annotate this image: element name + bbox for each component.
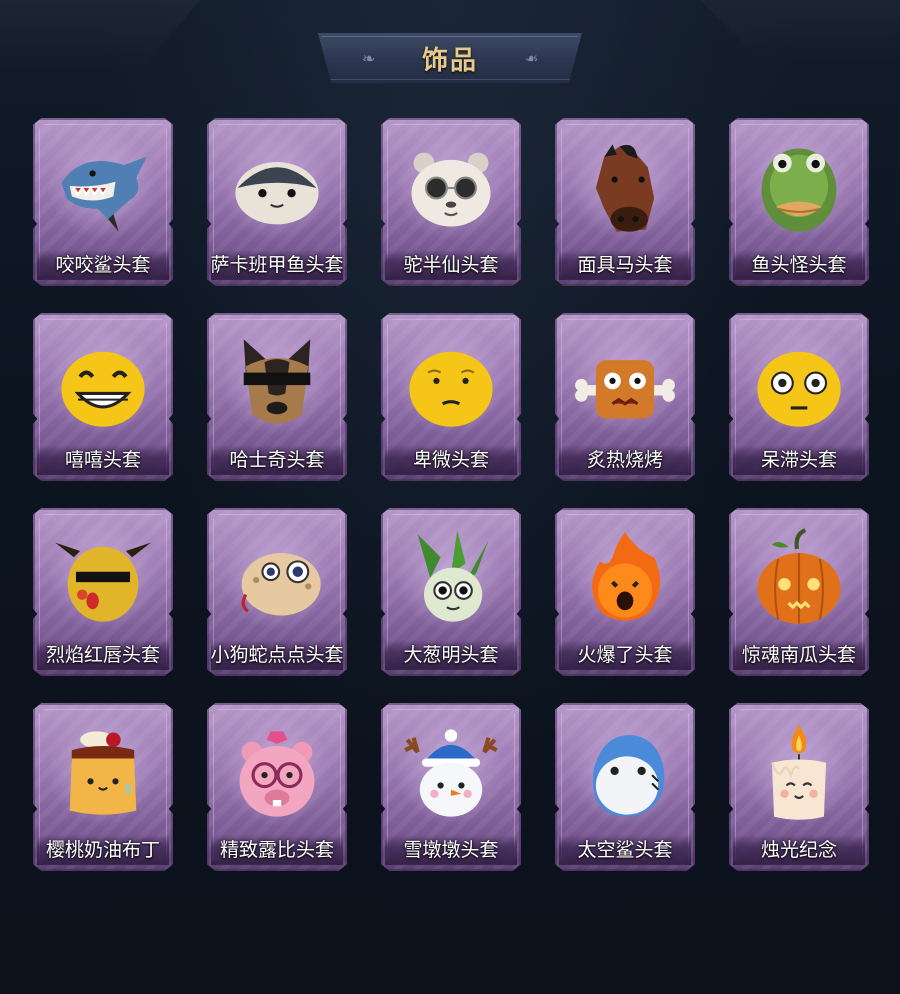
item-card[interactable]: 烈焰红唇头套 [33, 508, 173, 676]
item-label: 卑微头套 [412, 449, 489, 471]
shark-mask-icon [51, 136, 155, 240]
fish-head-mask-icon [747, 136, 851, 240]
top-right-decoration [700, 0, 900, 60]
item-label: 雪墩墩头套 [403, 839, 499, 861]
page-title: 饰品 [421, 45, 478, 76]
ornament-left-icon: ❧ [362, 49, 376, 68]
top-left-decoration [0, 0, 200, 70]
title-banner: ❧ 饰品 ❧ [318, 33, 582, 83]
item-label: 烛光纪念 [760, 839, 837, 861]
item-card[interactable]: 驼半仙头套 [381, 118, 521, 286]
item-card[interactable]: 雪墩墩头套 [381, 703, 521, 871]
item-label: 嘻嘻头套 [64, 449, 141, 471]
item-card[interactable]: 呆滞头套 [729, 313, 869, 481]
snowman-antler-mask-icon [399, 721, 503, 825]
item-label: 咬咬鲨头套 [55, 254, 151, 276]
grin-emoji-mask-icon [51, 331, 155, 435]
item-card[interactable]: 小狗蛇点点头套 [207, 508, 347, 676]
item-label: 炙热烧烤 [586, 449, 663, 471]
item-card[interactable]: 太空鲨头套 [555, 703, 695, 871]
item-card[interactable]: 嘻嘻头套 [33, 313, 173, 481]
puppy-snake-mask-icon [225, 526, 329, 630]
space-shark-mask-icon [573, 721, 677, 825]
ornament-right-icon: ❧ [524, 49, 538, 68]
item-card[interactable]: 鱼头怪头套 [729, 118, 869, 286]
accessories-page: ❧ 饰品 ❧ 咬咬鲨头套 萨卡班甲鱼头套 驼半仙头套 面具马头套 鱼头怪头套 嘻… [0, 0, 900, 994]
humble-emoji-mask-icon [399, 331, 503, 435]
item-card[interactable]: 烛光纪念 [729, 703, 869, 871]
yellow-mouse-lips-mask-icon [51, 526, 155, 630]
raccoon-sunglasses-mask-icon [399, 136, 503, 240]
item-label: 萨卡班甲鱼头套 [210, 254, 344, 276]
sacabambaspis-mask-icon [225, 136, 329, 240]
item-card[interactable]: 哈士奇头套 [207, 313, 347, 481]
dazed-emoji-mask-icon [747, 331, 851, 435]
bbq-meat-bone-icon [573, 331, 677, 435]
item-label: 小狗蛇点点头套 [210, 644, 344, 666]
item-label: 樱桃奶油布丁 [45, 839, 160, 861]
item-label: 精致露比头套 [219, 839, 334, 861]
item-label: 太空鲨头套 [577, 839, 673, 861]
fire-spirit-mask-icon [573, 526, 677, 630]
item-grid: 咬咬鲨头套 萨卡班甲鱼头套 驼半仙头套 面具马头套 鱼头怪头套 嘻嘻头套 哈士奇… [33, 118, 873, 871]
cherry-pudding-icon [51, 721, 155, 825]
item-label: 面具马头套 [577, 254, 673, 276]
scallion-mask-icon [399, 526, 503, 630]
item-label: 哈士奇头套 [229, 449, 325, 471]
item-card[interactable]: 大葱明头套 [381, 508, 521, 676]
candle-icon [747, 721, 851, 825]
item-label: 呆滞头套 [760, 449, 837, 471]
item-card[interactable]: 惊魂南瓜头套 [729, 508, 869, 676]
item-label: 惊魂南瓜头套 [741, 644, 856, 666]
item-label: 驼半仙头套 [403, 254, 499, 276]
pink-beaver-glasses-mask-icon [225, 721, 329, 825]
pumpkin-mask-icon [747, 526, 851, 630]
item-card[interactable]: 萨卡班甲鱼头套 [207, 118, 347, 286]
item-label: 大葱明头套 [403, 644, 499, 666]
item-label: 火爆了头套 [577, 644, 673, 666]
husky-sunglasses-mask-icon [225, 331, 329, 435]
horse-mask-icon [573, 136, 677, 240]
item-card[interactable]: 面具马头套 [555, 118, 695, 286]
item-label: 烈焰红唇头套 [45, 644, 160, 666]
item-card[interactable]: 卑微头套 [381, 313, 521, 481]
item-card[interactable]: 咬咬鲨头套 [33, 118, 173, 286]
item-card[interactable]: 炙热烧烤 [555, 313, 695, 481]
item-card[interactable]: 精致露比头套 [207, 703, 347, 871]
item-card[interactable]: 火爆了头套 [555, 508, 695, 676]
item-label: 鱼头怪头套 [751, 254, 847, 276]
item-card[interactable]: 樱桃奶油布丁 [33, 703, 173, 871]
